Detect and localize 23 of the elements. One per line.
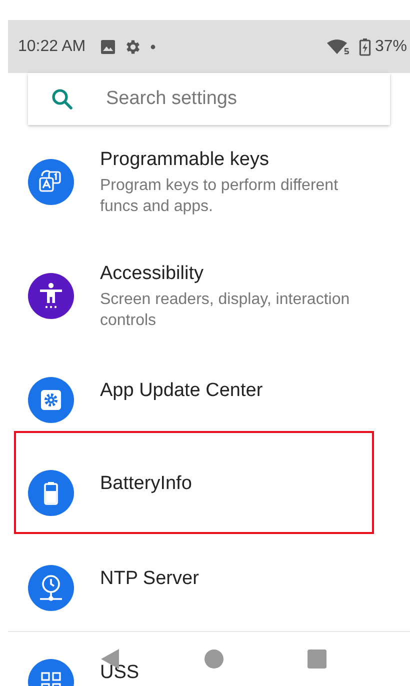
item-summary: Screen readers, display, interaction controls — [100, 290, 351, 330]
item-title: App Update Center — [100, 379, 264, 403]
settings-item[interactable]: Programmable keys Program keys to perform different funcs and apps. — [8, 125, 410, 239]
wifi-icon — [326, 38, 351, 54]
item-summary: Program keys to perform different funcs and apps. — [100, 176, 340, 216]
dot-icon — [150, 44, 156, 50]
battery-percent: 37% — [374, 38, 407, 56]
item-title: Programmable keys — [100, 148, 270, 172]
item-title: USS — [100, 661, 140, 685]
image-icon — [100, 38, 116, 54]
item-title: Accessibility — [100, 262, 204, 286]
battery-charging-icon — [358, 38, 371, 56]
settings-item[interactable]: BatteryInfo — [14, 431, 374, 534]
settings-item[interactable]: USS — [8, 635, 410, 686]
settings-icon — [124, 38, 142, 56]
search-field[interactable]: Search settings — [28, 73, 390, 125]
settings-item[interactable]: Accessibility Screen readers, display, interaction controls — [8, 239, 410, 353]
item-title: NTP Server — [100, 567, 200, 591]
settings-item[interactable]: NTP Server — [8, 541, 410, 635]
status-time: 10:22 AM — [18, 38, 86, 56]
home-icon[interactable] — [204, 649, 224, 669]
recents-icon[interactable] — [307, 649, 327, 669]
item-title: BatteryInfo — [100, 472, 193, 496]
